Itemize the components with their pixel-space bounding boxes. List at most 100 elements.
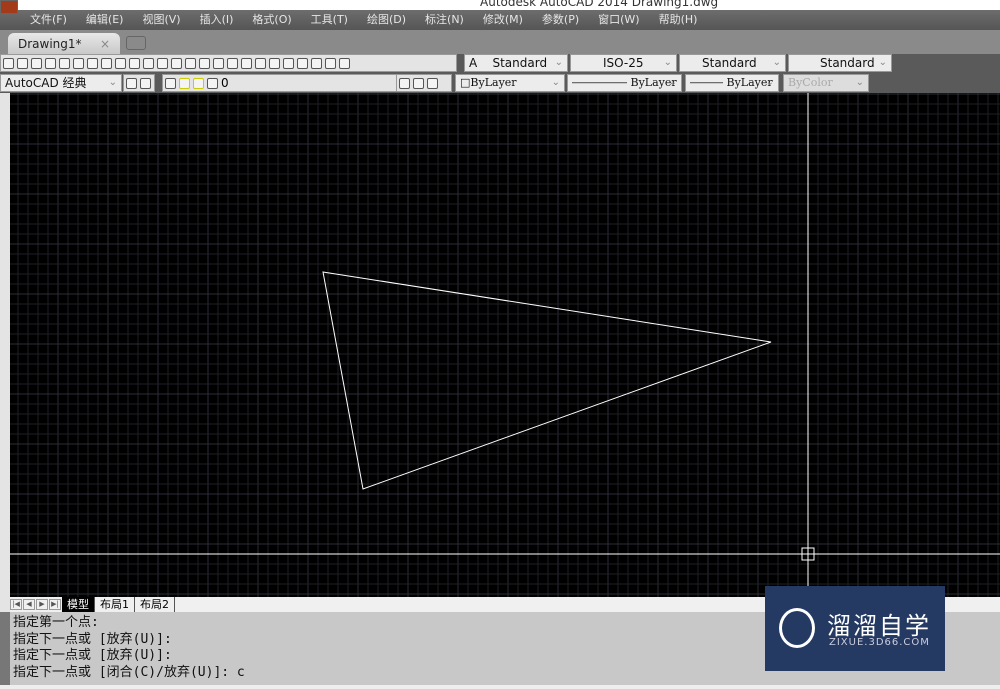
- match-properties-icon[interactable]: [143, 57, 154, 69]
- 3d-print-icon[interactable]: [87, 57, 98, 69]
- application-menu-button[interactable]: [0, 0, 18, 14]
- window-title: Autodesk AutoCAD 2014 Drawing1.dwg: [480, 0, 719, 9]
- model-space[interactable]: [10, 93, 1000, 597]
- open-icon[interactable]: [17, 57, 28, 69]
- new-tab-button[interactable]: [126, 36, 146, 50]
- block-editor-icon[interactable]: [157, 57, 168, 69]
- watermark-url: ZIXUE.3D66.COM: [829, 637, 930, 648]
- document-tab-bar: Drawing1* ×: [0, 30, 1000, 54]
- calculator-icon[interactable]: [325, 57, 336, 69]
- tab-label: Drawing1*: [18, 37, 82, 51]
- lock-icon: [207, 77, 218, 89]
- save-icon[interactable]: [31, 57, 42, 69]
- menu-help[interactable]: 帮助(H): [659, 10, 698, 30]
- workspace-value: AutoCAD 经典: [5, 76, 87, 90]
- paste-icon[interactable]: [129, 57, 140, 69]
- menu-tools[interactable]: 工具(T): [311, 10, 348, 30]
- first-tab-icon[interactable]: |◀: [10, 599, 22, 610]
- layer-properties-icon[interactable]: [165, 77, 176, 89]
- redo-icon[interactable]: [185, 57, 196, 69]
- lineweight-select[interactable]: ――― ByLayer ⌄: [685, 74, 779, 92]
- chevron-down-icon: ⌄: [668, 77, 677, 88]
- customize-icon[interactable]: [140, 77, 151, 89]
- plotstyle-select: ByColor ⌄: [783, 74, 869, 92]
- zoom-realtime-icon[interactable]: [213, 57, 224, 69]
- tool-palettes-icon[interactable]: [283, 57, 294, 69]
- make-current-icon[interactable]: [399, 77, 410, 89]
- menu-modify[interactable]: 修改(M): [483, 10, 523, 30]
- layers-properties-toolbar: AutoCAD 经典⌄ 0⌄ □ByLayer⌄ ――――― ByLayer⌄ …: [0, 74, 1000, 93]
- new-icon[interactable]: [3, 57, 14, 69]
- standard-tools: [0, 54, 457, 72]
- color-value: ByLayer: [470, 76, 517, 89]
- pan-icon[interactable]: [199, 57, 210, 69]
- chevron-down-icon: ⌄: [554, 57, 563, 68]
- grid: [10, 93, 1000, 597]
- multileader-style-select[interactable]: Standard ⌄: [788, 54, 892, 72]
- color-select[interactable]: □ByLayer ⌄: [455, 74, 565, 92]
- workspace-tools: [123, 74, 155, 92]
- triangle[interactable]: [322, 271, 772, 490]
- sun-icon: [193, 77, 204, 89]
- menu-parametric[interactable]: 参数(P): [542, 10, 579, 30]
- tab-layout1[interactable]: 布局1: [95, 597, 135, 612]
- last-tab-icon[interactable]: ▶|: [49, 599, 61, 610]
- workspace-settings-icon[interactable]: [126, 77, 137, 89]
- chevron-down-icon: ⌄: [878, 57, 887, 68]
- menu-bar: 文件(F) 编辑(E) 视图(V) 插入(I) 格式(O) 工具(T) 绘图(D…: [0, 10, 1000, 30]
- print-icon[interactable]: [45, 57, 56, 69]
- menu-insert[interactable]: 插入(I): [200, 10, 234, 30]
- chevron-down-icon: ⌄: [551, 77, 560, 88]
- draw-toolbar[interactable]: [0, 93, 10, 613]
- standard-toolbar: A Standard ⌄ ISO-25 ⌄ Standard ⌄ Standard ⌄: [0, 54, 1000, 74]
- text-style-value: Standard: [492, 56, 548, 70]
- close-tab-icon[interactable]: ×: [100, 37, 110, 51]
- dim-style-value: ISO-25: [603, 56, 644, 70]
- table-style-value: Standard: [702, 56, 757, 70]
- command-window-handle[interactable]: [0, 612, 10, 689]
- menu-file[interactable]: 文件(F): [30, 10, 67, 30]
- chevron-down-icon: ⌄: [663, 57, 672, 68]
- design-center-icon[interactable]: [269, 57, 280, 69]
- title-bar: Autodesk AutoCAD 2014 Drawing1.dwg: [0, 0, 1000, 10]
- menu-window[interactable]: 窗口(W): [598, 10, 639, 30]
- publish-icon[interactable]: [73, 57, 84, 69]
- table-style-select[interactable]: Standard ⌄: [679, 54, 786, 72]
- watermark: 溜溜自学 ZIXUE.3D66.COM: [765, 586, 945, 671]
- layer-previous-icon[interactable]: [413, 77, 424, 89]
- linetype-select[interactable]: ――――― ByLayer ⌄: [567, 74, 682, 92]
- zoom-window-icon[interactable]: [227, 57, 238, 69]
- menu-dimension[interactable]: 标注(N): [425, 10, 464, 30]
- cut-icon[interactable]: [101, 57, 112, 69]
- tab-model[interactable]: 模型: [62, 597, 95, 612]
- layer-states-icon[interactable]: [427, 77, 438, 89]
- plotstyle-value: ByColor: [788, 76, 833, 89]
- copy-icon[interactable]: [115, 57, 126, 69]
- menu-view[interactable]: 视图(V): [142, 10, 180, 30]
- tab-drawing1[interactable]: Drawing1* ×: [8, 33, 120, 54]
- zoom-previous-icon[interactable]: [241, 57, 252, 69]
- workspace-select[interactable]: AutoCAD 经典 ⌄: [0, 74, 122, 92]
- properties-icon[interactable]: [255, 57, 266, 69]
- multileader-style-value: Standard: [820, 56, 875, 70]
- tab-layout2[interactable]: 布局2: [135, 597, 175, 612]
- sheet-set-icon[interactable]: [297, 57, 308, 69]
- menu-edit[interactable]: 编辑(E): [86, 10, 124, 30]
- chevron-down-icon: ⌄: [855, 77, 864, 88]
- preview-icon[interactable]: [59, 57, 70, 69]
- lightbulb-icon: [179, 77, 190, 89]
- layer-value: 0: [221, 76, 229, 90]
- prev-tab-icon[interactable]: ◀: [23, 599, 35, 610]
- undo-icon[interactable]: [171, 57, 182, 69]
- markup-icon[interactable]: [311, 57, 322, 69]
- drawing-canvas[interactable]: [10, 93, 1000, 597]
- help-icon[interactable]: [339, 57, 350, 69]
- menu-draw[interactable]: 绘图(D): [367, 10, 406, 30]
- next-tab-icon[interactable]: ▶: [36, 599, 48, 610]
- text-style-select[interactable]: A Standard ⌄: [464, 54, 568, 72]
- chevron-down-icon: ⌄: [108, 77, 117, 88]
- command-input[interactable]: [0, 685, 1000, 689]
- dim-style-select[interactable]: ISO-25 ⌄: [570, 54, 677, 72]
- menu-format[interactable]: 格式(O): [252, 10, 291, 30]
- play-logo-icon: [779, 608, 815, 648]
